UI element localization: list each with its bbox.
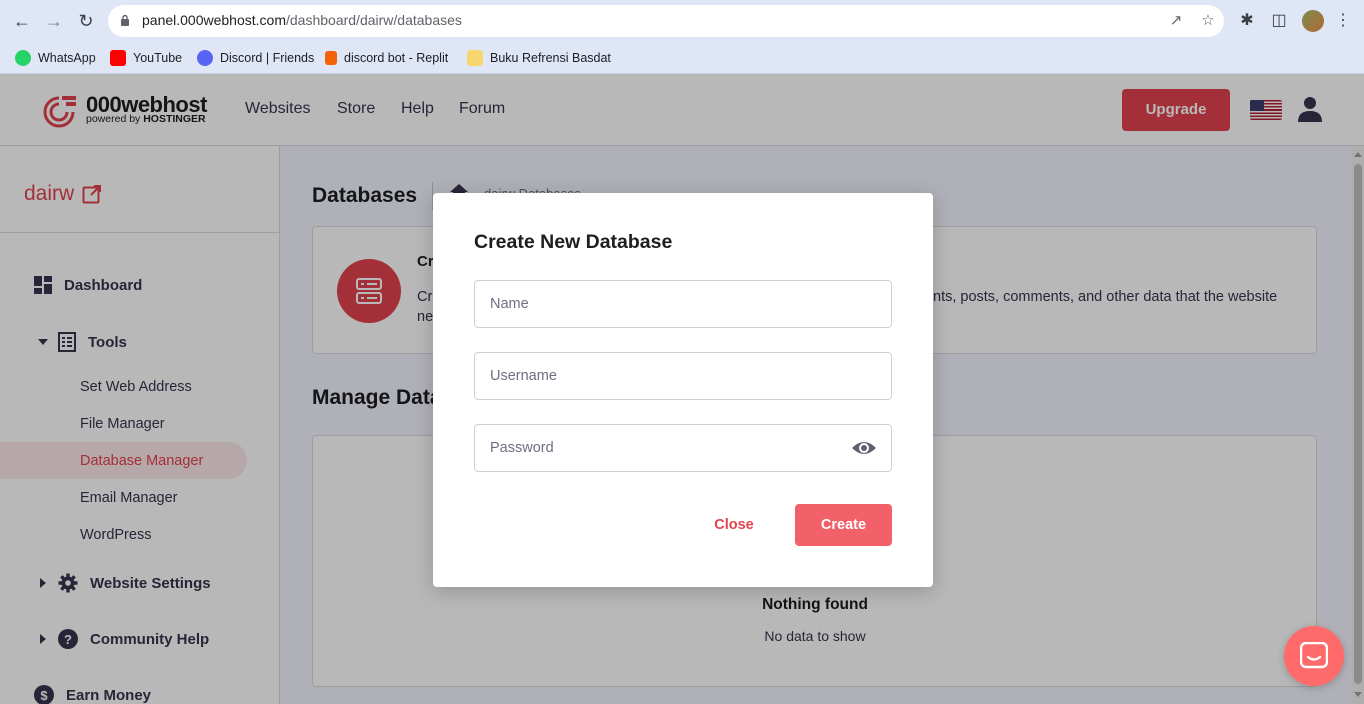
browser-toolbar: ← → ↻ panel.000webhost.com/dashboard/dai… [0, 0, 1364, 42]
side-panel-icon[interactable]: ◫ [1268, 10, 1290, 32]
back-icon[interactable]: ← [10, 9, 34, 33]
lock-icon [121, 14, 129, 26]
reload-icon[interactable]: ↻ [74, 9, 98, 33]
bookmark-label: Discord | Friends [220, 51, 315, 65]
menu-dots-icon[interactable]: ⋮ [1332, 10, 1354, 32]
star-icon[interactable]: ☆ [1198, 11, 1218, 31]
discord-icon [197, 50, 213, 66]
eye-icon[interactable] [851, 437, 877, 459]
modal-title: Create New Database [474, 231, 673, 253]
bookmark-whatsapp[interactable]: WhatsApp [15, 48, 96, 68]
forward-icon[interactable]: → [42, 9, 66, 33]
whatsapp-icon [15, 50, 31, 66]
create-button[interactable]: Create [795, 504, 892, 546]
name-input[interactable] [490, 281, 850, 327]
bookmark-label: discord bot - Replit [344, 51, 449, 65]
bookmark-youtube[interactable]: YouTube [110, 48, 182, 68]
replit-icon [325, 51, 337, 65]
youtube-icon [110, 50, 126, 66]
bookmark-label: WhatsApp [38, 51, 96, 65]
url-text: panel.000webhost.com/dashboard/dairw/dat… [142, 12, 462, 28]
password-input[interactable] [490, 425, 850, 471]
share-icon[interactable]: ↗ [1166, 11, 1186, 31]
chat-icon [1300, 642, 1328, 669]
profile-avatar[interactable] [1302, 10, 1324, 32]
close-button[interactable]: Close [699, 504, 769, 546]
bookmark-folder[interactable]: Buku Refrensi Basdat [467, 48, 611, 68]
folder-icon [467, 50, 483, 66]
create-database-modal: Create New Database Close Create [433, 193, 933, 587]
password-field[interactable] [474, 424, 892, 472]
bookmark-label: YouTube [133, 51, 183, 65]
bookmark-discord[interactable]: Discord | Friends [197, 48, 314, 68]
username-input[interactable] [490, 353, 850, 399]
address-bar[interactable]: panel.000webhost.com/dashboard/dairw/dat… [108, 5, 1224, 37]
extensions-icon[interactable]: ✱ [1236, 10, 1258, 32]
username-field[interactable] [474, 352, 892, 400]
name-field[interactable] [474, 280, 892, 328]
bookmark-label: Buku Refrensi Basdat [490, 51, 611, 65]
bookmarks-bar: WhatsApp YouTube Discord | Friends disco… [0, 42, 1364, 74]
bookmark-replit[interactable]: discord bot - Replit [325, 48, 448, 68]
chat-launcher-button[interactable] [1284, 626, 1344, 686]
